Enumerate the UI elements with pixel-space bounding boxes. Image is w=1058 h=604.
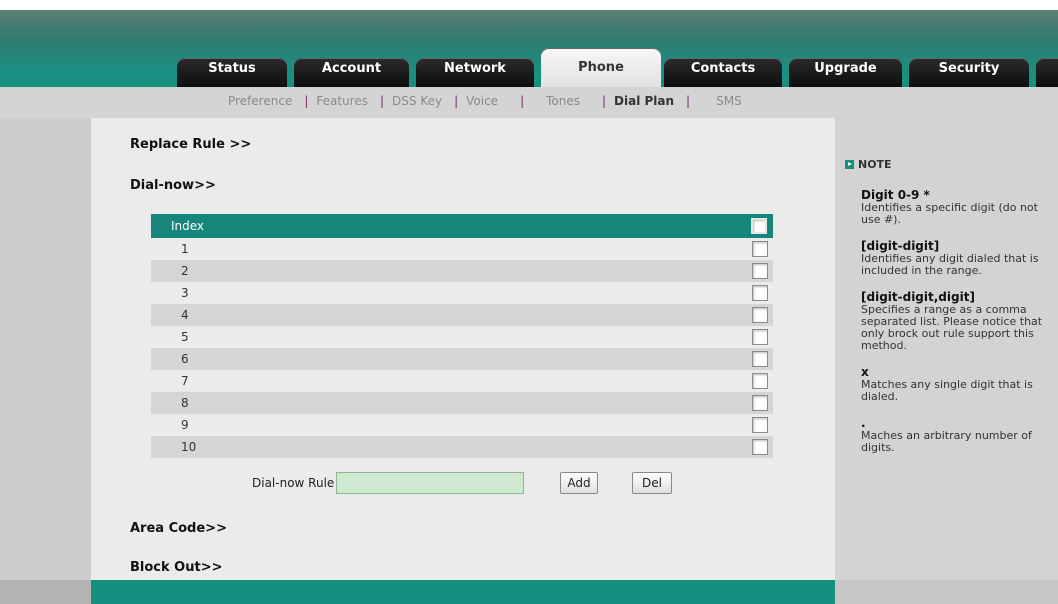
row-checkbox-cell (746, 414, 773, 436)
row-checkbox[interactable] (751, 351, 768, 367)
note-desc: Specifies a range as a comma separated l… (861, 303, 1043, 352)
note-term: Digit 0-9 * (861, 188, 930, 202)
row-checkbox[interactable] (751, 395, 768, 411)
select-all-cell (746, 214, 773, 238)
note-panel: NOTE Digit 0-9 * Identifies a specific d… (835, 118, 1058, 604)
row-checkbox-cell (746, 392, 773, 414)
tab-phone[interactable]: Phone (541, 48, 661, 87)
row-index: 7 (181, 374, 189, 388)
subnav-features[interactable]: Features (316, 94, 368, 108)
subnav-separator: | (454, 94, 459, 108)
row-checkbox[interactable] (751, 417, 768, 433)
note-term: . (861, 416, 866, 430)
row-checkbox[interactable] (751, 285, 768, 301)
row-checkbox-cell (746, 260, 773, 282)
subnav-separator: | (686, 94, 691, 108)
note-desc: Matches any single digit that is dialed. (861, 378, 1033, 403)
subnav-separator: | (520, 94, 525, 108)
row-checkbox[interactable] (751, 329, 768, 345)
note-title: NOTE (858, 158, 892, 171)
subnav-preference[interactable]: Preference (228, 94, 292, 108)
select-all-checkbox[interactable] (751, 218, 767, 234)
row-checkbox[interactable] (751, 373, 768, 389)
row-checkbox[interactable] (751, 263, 768, 279)
table-row: 9 (151, 414, 773, 436)
table-row: 10 (151, 436, 773, 458)
row-checkbox-cell (746, 436, 773, 458)
tab-overflow[interactable] (1036, 58, 1058, 87)
subnav-sms[interactable]: SMS (716, 94, 742, 108)
subnav-voice[interactable]: Voice (466, 94, 498, 108)
tab-network[interactable]: Network (416, 58, 534, 87)
table-row: 8 (151, 392, 773, 414)
row-checkbox-cell (746, 238, 773, 260)
replace-rule-link[interactable]: Replace Rule >> (130, 137, 251, 152)
subnav-tones[interactable]: Tones (546, 94, 580, 108)
footer-right (835, 580, 1058, 604)
subnav-dial-plan[interactable]: Dial Plan (614, 94, 674, 108)
tab-contacts[interactable]: Contacts (664, 58, 782, 87)
header-bar: Status Account Network Phone Contacts Up… (0, 0, 1058, 87)
row-index: 6 (151, 348, 746, 370)
row-checkbox-cell (746, 304, 773, 326)
dial-now-rule-row: Dial-now Rule Add Del (91, 472, 835, 496)
tab-upgrade[interactable]: Upgrade (789, 58, 902, 87)
row-checkbox[interactable] (751, 307, 768, 323)
row-checkbox-cell (746, 370, 773, 392)
row-index: 10 (151, 436, 746, 458)
subnav-dss-key[interactable]: DSS Key (392, 94, 442, 108)
subnav-separator: | (304, 94, 309, 108)
main-tabs: Status Account Network Phone Contacts Up… (172, 48, 1058, 87)
row-checkbox[interactable] (751, 241, 768, 257)
row-index: 2 (151, 260, 746, 282)
table-header: Index (151, 214, 773, 238)
left-strip (0, 118, 91, 604)
note-body: Digit 0-9 * Identifies a specific digit … (861, 189, 1046, 454)
row-checkbox-cell (746, 348, 773, 370)
row-index: 8 (151, 392, 746, 414)
row-index: 1 (181, 242, 189, 256)
note-desc: Maches an arbitrary number of digits. (861, 429, 1032, 454)
add-button[interactable]: Add (560, 472, 598, 494)
note-desc: Identifies any digit dialed that is incl… (861, 252, 1039, 277)
table-row: 7 (151, 370, 773, 392)
table-row: 5 (151, 326, 773, 348)
dial-now-rule-label: Dial-now Rule (252, 476, 335, 490)
main-content: Replace Rule >> Dial-now>> Index 1 2 3 4… (91, 118, 835, 604)
row-index: 9 (181, 418, 189, 432)
block-out-link[interactable]: Block Out>> (130, 560, 222, 575)
dial-now-link[interactable]: Dial-now>> (130, 178, 216, 193)
sub-navigation: Preference | Features | DSS Key | Voice | Tones |… (0, 87, 1058, 118)
arrow-right-icon (845, 160, 854, 169)
row-index: 5 (181, 330, 189, 344)
del-button[interactable]: Del (632, 472, 672, 494)
table-row: 1 (151, 238, 773, 260)
note-term: [digit-digit,digit] (861, 290, 975, 304)
table-row: 4 (151, 304, 773, 326)
tab-status[interactable]: Status (177, 58, 287, 87)
table-row: 6 (151, 348, 773, 370)
footer-bar (91, 580, 835, 604)
row-checkbox[interactable] (751, 439, 768, 455)
footer-left (0, 580, 91, 604)
subnav-separator: | (379, 94, 385, 108)
subnav-separator: | (601, 94, 607, 108)
note-header: NOTE (845, 158, 892, 171)
note-term: x (861, 365, 869, 379)
row-index: 4 (151, 304, 746, 326)
row-index: 3 (181, 286, 189, 300)
note-term: [digit-digit] (861, 239, 940, 253)
tab-account[interactable]: Account (294, 58, 409, 87)
row-checkbox-cell (746, 282, 773, 304)
note-desc: Identifies a specific digit (do not use … (861, 201, 1038, 226)
row-checkbox-cell (746, 326, 773, 348)
table-row: 2 (151, 260, 773, 282)
dial-now-table: Index 1 2 3 4 5 6 7 8 9 10 (151, 214, 773, 458)
area-code-link[interactable]: Area Code>> (130, 521, 227, 536)
dial-now-rule-input[interactable] (336, 472, 524, 494)
tab-security[interactable]: Security (909, 58, 1029, 87)
index-header: Index (151, 214, 746, 238)
table-row: 3 (151, 282, 773, 304)
